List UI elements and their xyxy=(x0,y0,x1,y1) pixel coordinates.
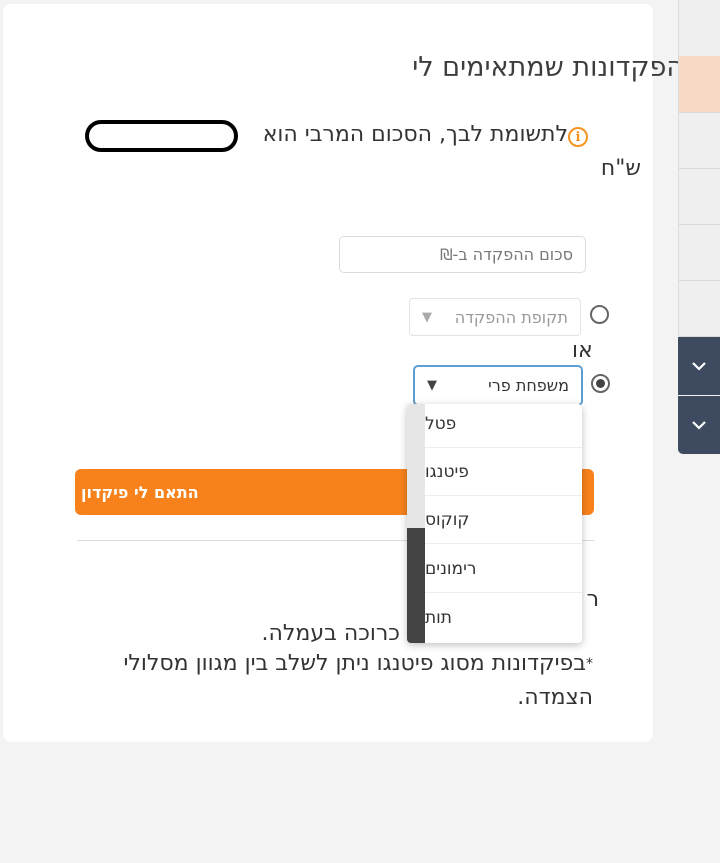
notice-text: לתשומת לבך, הסכום המרבי הוא xyxy=(262,122,568,147)
side-row[interactable] xyxy=(679,112,720,169)
dropdown-scrollbar-thumb[interactable] xyxy=(407,528,425,643)
redacted-amount xyxy=(85,120,238,152)
bullet-item: הצמדה. xyxy=(517,685,593,710)
chevron-down-icon xyxy=(692,361,706,371)
dropdown-option[interactable]: רימונים xyxy=(425,545,582,593)
fruit-family-label: משפחת פרי xyxy=(488,376,569,395)
info-icon: i xyxy=(568,127,588,147)
fruit-family-radio[interactable] xyxy=(591,374,610,393)
deposit-period-label: תקופת ההפקדה xyxy=(454,307,568,327)
side-row[interactable] xyxy=(679,224,720,281)
dropdown-option[interactable]: פיטנגו xyxy=(425,448,582,496)
fruit-family-select[interactable]: משפחת פרי ▼ xyxy=(413,365,583,406)
bullet-text: בפיקדונות מסוג פיטנגו ניתן לשלב בין מגוו… xyxy=(123,651,586,676)
dropdown-option[interactable]: תות xyxy=(425,594,582,642)
caret-down-icon: ▼ xyxy=(422,309,432,325)
notice-currency: ש"ח xyxy=(600,156,641,181)
side-row-active[interactable] xyxy=(679,56,720,113)
dropdown-option[interactable]: פטל xyxy=(425,404,582,448)
side-row[interactable] xyxy=(679,280,720,337)
deposit-period-select[interactable]: תקופת ההפקדה ▼ xyxy=(409,298,581,336)
side-row[interactable] xyxy=(679,0,720,57)
chevron-down-icon xyxy=(692,420,706,430)
or-label: או xyxy=(572,338,593,363)
side-panel xyxy=(678,0,720,337)
side-row[interactable] xyxy=(679,168,720,225)
caret-down-icon: ▼ xyxy=(427,378,437,393)
expand-button[interactable] xyxy=(678,396,720,454)
dropdown-option[interactable]: קוקוס xyxy=(425,496,582,544)
deposit-period-radio[interactable] xyxy=(590,305,609,324)
fruit-family-dropdown[interactable]: פטל פיטנגו קוקוס רימונים תות xyxy=(407,404,582,643)
expand-button[interactable] xyxy=(678,337,720,395)
page-title: הפקדונות שמתאימים לי xyxy=(412,52,684,83)
bullets-header-fragment: ר xyxy=(586,587,599,612)
bullet-item: *בפיקדונות מסוג פיטנגו ניתן לשלב בין מגו… xyxy=(123,651,593,676)
amount-input[interactable] xyxy=(339,236,586,273)
